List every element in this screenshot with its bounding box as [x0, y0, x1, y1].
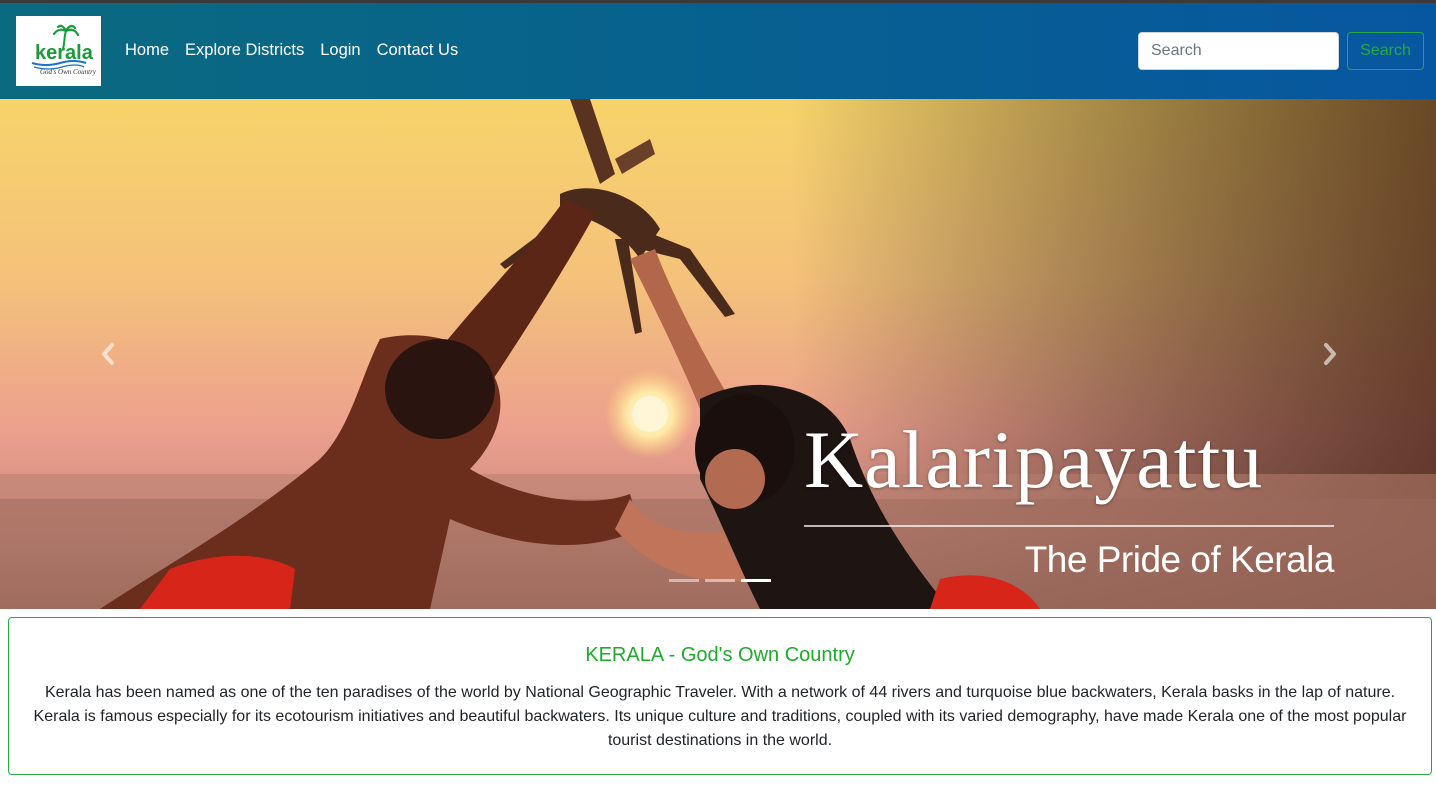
carousel-next-control[interactable]: [1306, 329, 1356, 379]
chevron-left-icon: [102, 343, 114, 365]
brand-logo[interactable]: kerala God's Own Country: [16, 16, 101, 86]
kerala-logo-icon: kerala God's Own Country: [16, 16, 101, 86]
chevron-right-icon: [1324, 343, 1336, 365]
carousel-prev-control[interactable]: [82, 329, 132, 379]
nav-explore-districts[interactable]: Explore Districts: [185, 41, 304, 60]
nav-contact-us[interactable]: Contact Us: [377, 41, 459, 60]
caption-divider: [804, 525, 1334, 527]
search-button[interactable]: Search: [1347, 32, 1424, 70]
carousel-caption: Kalaripayattu The Pride of Kerala: [804, 414, 1335, 581]
logo-tagline: God's Own Country: [40, 68, 97, 76]
search-input[interactable]: [1138, 32, 1339, 70]
about-title: KERALA - God's Own Country: [585, 644, 855, 666]
carousel-indicator-1[interactable]: [669, 579, 699, 582]
caption-title: Kalaripayattu: [804, 414, 1264, 505]
hero-carousel: Kalaripayattu The Pride of Kerala: [0, 99, 1436, 609]
carousel-indicator-2[interactable]: [705, 579, 735, 582]
nav-login[interactable]: Login: [320, 41, 360, 60]
main-nav: Home Explore Districts Login Contact Us: [125, 41, 458, 60]
about-kerala-card: KERALA - God's Own Country Kerala has be…: [8, 617, 1432, 775]
about-text: Kerala has been named as one of the ten …: [33, 684, 1407, 749]
nav-home[interactable]: Home: [125, 41, 169, 60]
carousel-indicator-3[interactable]: [741, 579, 771, 582]
navbar: kerala God's Own Country Home Explore Di…: [0, 3, 1436, 99]
logo-wordmark: kerala: [35, 42, 94, 64]
caption-subtitle: The Pride of Kerala: [1024, 539, 1335, 580]
carousel-indicators: [669, 579, 771, 582]
